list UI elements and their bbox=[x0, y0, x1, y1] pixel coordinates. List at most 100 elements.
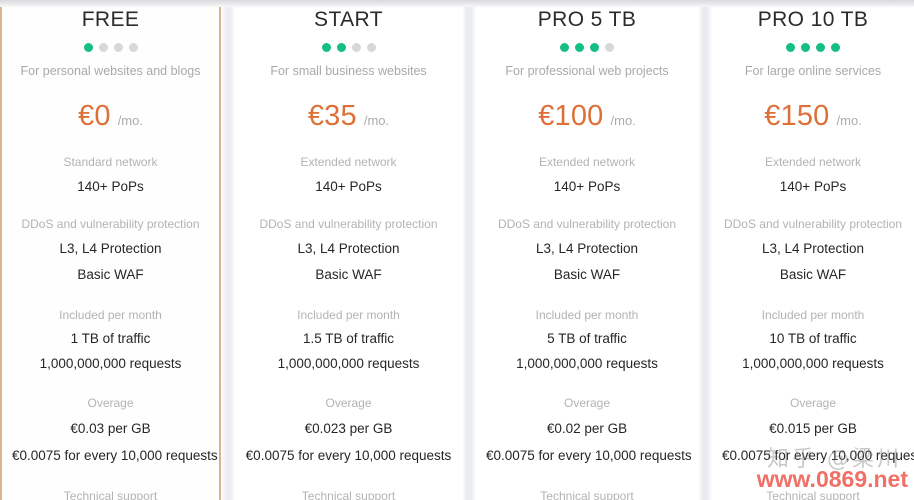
plan-price: €100 /mo. bbox=[538, 100, 636, 132]
feature-included: Included per month 1 TB of traffic 1,000… bbox=[12, 308, 209, 373]
feature-overage-value-line1: €0.02 per GB bbox=[546, 421, 628, 436]
feature-ddos-value-line1: L3, L4 Protection bbox=[297, 241, 400, 256]
tier-dot-3 bbox=[816, 43, 825, 52]
plan-tagline: For large online services bbox=[744, 64, 882, 78]
tier-dot-2 bbox=[575, 43, 584, 52]
price-amount: €100 bbox=[538, 100, 604, 132]
plan-price: €150 /mo. bbox=[764, 100, 862, 132]
feature-network-label: Standard network bbox=[63, 155, 158, 169]
feature-ddos-value-line2: Basic WAF bbox=[553, 267, 621, 282]
feature-ddos: DDoS and vulnerability protection L3, L4… bbox=[245, 217, 452, 284]
feature-overage-label: Overage bbox=[325, 396, 372, 410]
feature-overage: Overage €0.02 per GB €0.0075 for every 1… bbox=[486, 396, 692, 465]
tier-dot-1 bbox=[321, 43, 331, 52]
feature-network: Extended network 140+ PoPs bbox=[722, 155, 904, 196]
plan-name: FREE bbox=[81, 8, 140, 31]
feature-included-label: Included per month bbox=[535, 308, 639, 322]
feature-support: Technical support Knowledge base bbox=[12, 489, 209, 500]
feature-network: Extended network 140+ PoPs bbox=[245, 155, 452, 196]
plan-name: PRO 10 TB bbox=[757, 8, 869, 31]
feature-support-label: Technical support bbox=[301, 489, 396, 500]
tier-dot-4 bbox=[366, 43, 376, 52]
feature-overage-value-line2: €0.0075 for every 10,000 requests bbox=[12, 448, 218, 463]
feature-included: Included per month 1.5 TB of traffic 1,0… bbox=[245, 308, 452, 373]
feature-overage-value-line1: €0.015 per GB bbox=[769, 421, 857, 436]
feature-network: Extended network 140+ PoPs bbox=[486, 155, 688, 196]
feature-network-label: Extended network bbox=[764, 155, 862, 169]
price-period: /mo. bbox=[117, 113, 143, 128]
feature-overage-value-line1: €0.023 per GB bbox=[304, 421, 393, 436]
feature-support: Technical support 24/7 e-mail, chat, pho… bbox=[486, 489, 688, 500]
feature-overage-value-line1: €0.03 per GB bbox=[70, 421, 151, 436]
tier-dot-1 bbox=[786, 43, 795, 52]
plan-card-pro-10tb[interactable]: PRO 10 TB For large online services €150… bbox=[698, 0, 914, 500]
plan-tier-dots bbox=[83, 43, 138, 52]
tier-dot-3 bbox=[351, 43, 361, 52]
feature-included: Included per month 10 TB of traffic 1,00… bbox=[722, 308, 904, 373]
plan-tier-dots bbox=[321, 43, 376, 52]
price-period: /mo. bbox=[363, 113, 390, 128]
feature-overage-value-line2: €0.0075 for every 10,000 requests bbox=[486, 448, 692, 463]
tier-dot-3 bbox=[113, 43, 123, 52]
feature-support: Technical support 8/5 e-mail only bbox=[245, 489, 452, 500]
feature-support: Technical support 24/7 e-mail, chat, pho… bbox=[722, 489, 904, 500]
feature-included-value-line1: 1.5 TB of traffic bbox=[302, 331, 395, 346]
price-period: /mo. bbox=[836, 113, 862, 128]
tier-dot-2 bbox=[336, 43, 346, 52]
feature-ddos-label: DDoS and vulnerability protection bbox=[21, 217, 200, 231]
feature-overage: Overage €0.015 per GB €0.0075 for every … bbox=[722, 396, 914, 465]
feature-included-value-line1: 5 TB of traffic bbox=[547, 331, 627, 346]
feature-included-label: Included per month bbox=[297, 308, 400, 322]
page-top-edge-strip bbox=[0, 0, 914, 7]
feature-ddos: DDoS and vulnerability protection L3, L4… bbox=[12, 217, 209, 284]
plan-card-start[interactable]: START For small business websites €35 /m… bbox=[221, 0, 462, 500]
feature-overage-label: Overage bbox=[789, 396, 837, 410]
tier-dot-1 bbox=[83, 43, 93, 52]
feature-ddos-value-line2: Basic WAF bbox=[315, 267, 382, 282]
plan-name: PRO 5 TB bbox=[537, 8, 637, 31]
plan-tagline: For small business websites bbox=[270, 64, 427, 78]
plan-card-pro-5tb[interactable]: PRO 5 TB For professional web projects €… bbox=[462, 0, 698, 500]
plan-columns-row: FREE For personal websites and blogs €0 … bbox=[0, 0, 914, 500]
feature-ddos-label: DDoS and vulnerability protection bbox=[723, 217, 903, 231]
plan-price: €0 /mo. bbox=[78, 100, 143, 132]
plan-tagline: For personal websites and blogs bbox=[20, 64, 201, 78]
tier-dot-3 bbox=[590, 43, 599, 52]
plan-tier-dots bbox=[560, 43, 614, 52]
plan-card-free[interactable]: FREE For personal websites and blogs €0 … bbox=[0, 0, 221, 500]
price-amount: €0 bbox=[78, 100, 111, 132]
feature-included-label: Included per month bbox=[761, 308, 865, 322]
feature-included-value-line1: 10 TB of traffic bbox=[769, 331, 857, 346]
feature-overage-label: Overage bbox=[87, 396, 134, 410]
feature-overage-value-line2: €0.0075 for every 10,000 requests bbox=[245, 448, 452, 463]
feature-support-label: Technical support bbox=[766, 489, 860, 500]
tier-dot-2 bbox=[98, 43, 108, 52]
feature-included-value-line2: 1,000,000,000 requests bbox=[277, 356, 420, 371]
feature-ddos-label: DDoS and vulnerability protection bbox=[259, 217, 438, 231]
feature-network-value: 140+ PoPs bbox=[77, 179, 144, 194]
feature-included-value-line1: 1 TB of traffic bbox=[70, 331, 151, 346]
feature-ddos-value-line1: L3, L4 Protection bbox=[535, 241, 639, 256]
feature-overage-value-line2: €0.0075 for every 10,000 requests bbox=[722, 448, 914, 463]
feature-network-value: 140+ PoPs bbox=[779, 179, 847, 194]
price-amount: €150 bbox=[764, 100, 830, 132]
tier-dot-4 bbox=[605, 43, 614, 52]
feature-included: Included per month 5 TB of traffic 1,000… bbox=[486, 308, 688, 373]
plan-price: €35 /mo. bbox=[308, 100, 389, 132]
feature-ddos-value-line1: L3, L4 Protection bbox=[59, 241, 162, 256]
feature-included-value-line2: 1,000,000,000 requests bbox=[39, 356, 182, 371]
feature-network-value: 140+ PoPs bbox=[315, 179, 382, 194]
feature-overage: Overage €0.023 per GB €0.0075 for every … bbox=[245, 396, 452, 465]
feature-network-label: Extended network bbox=[300, 155, 397, 169]
feature-ddos-label: DDoS and vulnerability protection bbox=[497, 217, 677, 231]
feature-network-value: 140+ PoPs bbox=[553, 179, 621, 194]
plan-tagline: For professional web projects bbox=[505, 64, 669, 78]
feature-support-label: Technical support bbox=[540, 489, 634, 500]
feature-support-label: Technical support bbox=[63, 489, 158, 500]
plan-tier-dots bbox=[786, 43, 840, 52]
feature-ddos-value-line2: Basic WAF bbox=[779, 267, 847, 282]
feature-ddos: DDoS and vulnerability protection L3, L4… bbox=[722, 217, 904, 284]
feature-ddos: DDoS and vulnerability protection L3, L4… bbox=[486, 217, 688, 284]
pricing-table: FREE For personal websites and blogs €0 … bbox=[0, 0, 914, 500]
tier-dot-4 bbox=[831, 43, 840, 52]
